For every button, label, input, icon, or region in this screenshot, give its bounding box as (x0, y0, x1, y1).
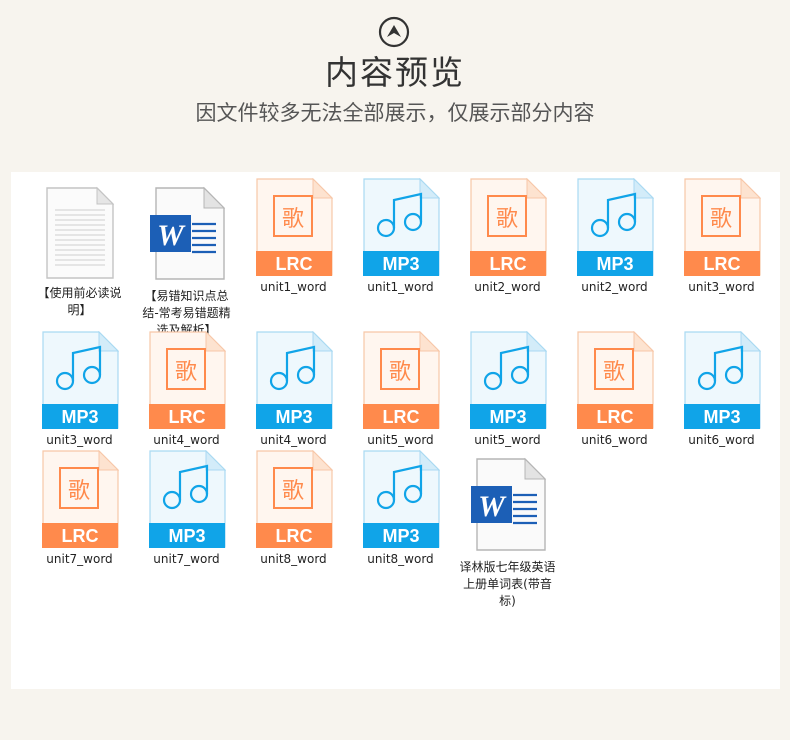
file-name: 【使用前必读说明】 (37, 286, 122, 317)
file-item[interactable]: 歌 LRC unit4_word (133, 331, 240, 449)
file-name: unit1_word (260, 280, 327, 294)
file-name: unit6_word (581, 433, 648, 447)
file-type-badge: LRC (275, 254, 312, 274)
file-grid: 【使用前必读说明】 【易错知识点总结-常考易错题精选及解析】 歌 LRC uni… (11, 172, 780, 689)
file-item[interactable]: MP3 unit5_word (454, 331, 561, 449)
file-name: unit6_word (688, 433, 755, 447)
file-item[interactable]: 歌 LRC unit1_word (240, 178, 347, 296)
lrc-glyph: 歌 (388, 360, 410, 385)
file-name: unit8_word (260, 552, 327, 566)
page-title: 内容预览 (325, 53, 465, 92)
file-item[interactable]: MP3 unit7_word (133, 450, 240, 568)
file-type-badge: LRC (382, 407, 419, 427)
file-name: unit3_word (46, 433, 113, 447)
mp3-file-icon: MP3 (362, 450, 440, 548)
text-file-icon (41, 184, 119, 282)
file-type-badge: MP3 (275, 407, 312, 427)
file-type-badge: LRC (703, 254, 740, 274)
file-type-badge: MP3 (61, 407, 98, 427)
file-item[interactable]: MP3 unit3_word (26, 331, 133, 449)
file-name: unit5_word (474, 433, 541, 447)
file-type-badge: LRC (275, 526, 312, 546)
lrc-file-icon: 歌 LRC (148, 331, 226, 429)
lrc-file-icon: 歌 LRC (683, 178, 761, 276)
file-name: unit3_word (688, 280, 755, 294)
file-name: 译林版七年级英语上册单词表(带音标) (459, 560, 556, 608)
lrc-glyph: 歌 (174, 360, 196, 385)
file-item[interactable]: MP3 unit2_word (561, 178, 668, 296)
file-item[interactable]: 歌 LRC unit2_word (454, 178, 561, 296)
file-item[interactable]: MP3 unit6_word (668, 331, 775, 449)
lrc-file-icon: 歌 LRC (469, 178, 547, 276)
file-type-badge: LRC (489, 254, 526, 274)
file-type-badge: MP3 (168, 526, 205, 546)
mp3-file-icon: MP3 (683, 331, 761, 429)
file-item[interactable]: MP3 unit8_word (347, 450, 454, 568)
file-type-badge: MP3 (382, 254, 419, 274)
lrc-file-icon: 歌 LRC (255, 178, 333, 276)
file-name: unit4_word (153, 433, 220, 447)
file-item[interactable]: 歌 LRC unit6_word (561, 331, 668, 449)
lrc-file-icon: 歌 LRC (362, 331, 440, 429)
preview-header: 内容预览 因文件较多无法全部展示，仅展示部分内容 (0, 0, 790, 170)
file-item[interactable]: 歌 LRC unit3_word (668, 178, 775, 296)
file-item[interactable]: 歌 LRC unit7_word (26, 450, 133, 568)
file-item[interactable]: 【易错知识点总结-常考易错题精选及解析】 (133, 184, 240, 339)
file-type-badge: MP3 (703, 407, 740, 427)
lrc-glyph: 歌 (281, 479, 303, 504)
lrc-glyph: 歌 (67, 479, 89, 504)
lrc-glyph: 歌 (709, 207, 731, 232)
file-type-badge: MP3 (596, 254, 633, 274)
file-type-badge: LRC (596, 407, 633, 427)
file-name: unit8_word (367, 552, 434, 566)
file-item[interactable]: 歌 LRC unit8_word (240, 450, 347, 568)
word-doc-icon (469, 455, 547, 553)
file-item[interactable]: 译林版七年级英语上册单词表(带音标) (454, 455, 561, 610)
mp3-file-icon: MP3 (362, 178, 440, 276)
file-item[interactable]: MP3 unit1_word (347, 178, 454, 296)
file-name: unit1_word (367, 280, 434, 294)
lrc-glyph: 歌 (495, 207, 517, 232)
mp3-file-icon: MP3 (41, 331, 119, 429)
mp3-file-icon: MP3 (576, 178, 654, 276)
lrc-file-icon: 歌 LRC (576, 331, 654, 429)
file-name: unit2_word (581, 280, 648, 294)
lrc-glyph: 歌 (602, 360, 624, 385)
lrc-file-icon: 歌 LRC (41, 450, 119, 548)
file-name: unit7_word (153, 552, 220, 566)
file-item[interactable]: 【使用前必读说明】 (26, 184, 133, 319)
lrc-file-icon: 歌 LRC (255, 450, 333, 548)
file-item[interactable]: 歌 LRC unit5_word (347, 331, 454, 449)
file-name: unit7_word (46, 552, 113, 566)
file-type-badge: LRC (168, 407, 205, 427)
word-doc-icon (148, 184, 226, 282)
chevron-up-circle-icon[interactable] (378, 16, 410, 48)
file-name: unit4_word (260, 433, 327, 447)
file-item[interactable]: MP3 unit4_word (240, 331, 347, 449)
lrc-glyph: 歌 (281, 207, 303, 232)
mp3-file-icon: MP3 (255, 331, 333, 429)
mp3-file-icon: MP3 (469, 331, 547, 429)
file-type-badge: MP3 (489, 407, 526, 427)
page-subtitle: 因文件较多无法全部展示，仅展示部分内容 (195, 101, 595, 125)
file-name: unit2_word (474, 280, 541, 294)
mp3-file-icon: MP3 (148, 450, 226, 548)
file-type-badge: MP3 (382, 526, 419, 546)
file-name: unit5_word (367, 433, 434, 447)
file-type-badge: LRC (61, 526, 98, 546)
